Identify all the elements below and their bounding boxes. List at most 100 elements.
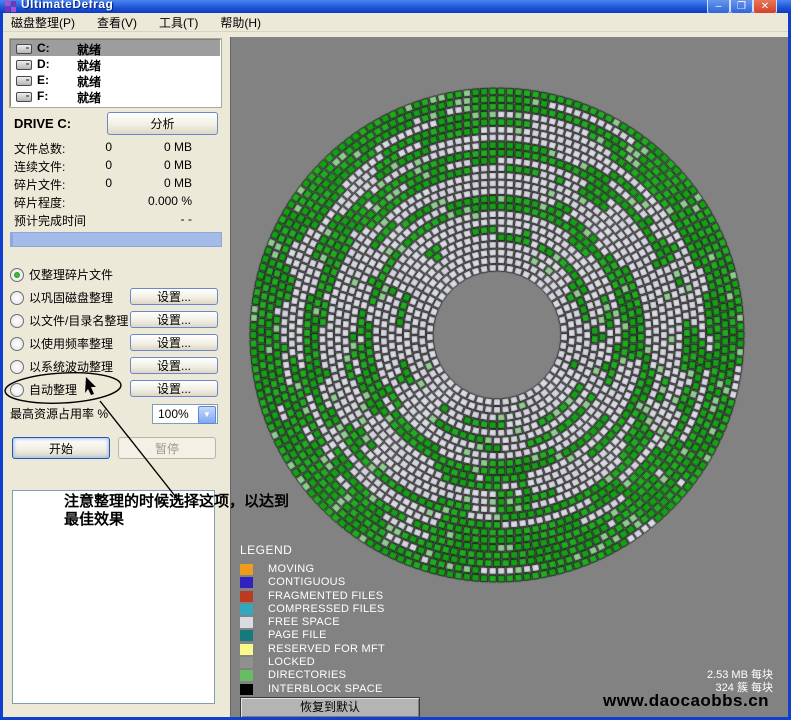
analyze-button[interactable]: 分析	[107, 112, 218, 135]
color-swatch-locked	[240, 657, 253, 668]
option-system-volatility[interactable]: 以系统波动整理	[10, 358, 113, 374]
legend-item: MOVING	[240, 563, 292, 576]
color-swatch-contiguous	[240, 577, 253, 588]
drive-c-label: DRIVE C:	[14, 116, 71, 131]
stat-count: 0	[62, 140, 112, 154]
drive-list: C: 就绪 D: 就绪 E: 就绪 F: 就绪	[10, 39, 221, 107]
legend-label: FREE SPACE	[268, 616, 340, 628]
legend-label: LOCKED	[268, 656, 315, 668]
legend-label: RESERVED FOR MFT	[268, 643, 385, 655]
legend-label: DIRECTORIES	[268, 669, 346, 681]
stat-size: 0.000 %	[118, 194, 192, 208]
radio-label: 以文件/目录名整理	[29, 314, 128, 328]
legend: LEGEND MOVING CONTIGUOUS FRAGMENTED FILE…	[240, 543, 292, 696]
drive-status: 就绪	[77, 89, 101, 106]
legend-title: LEGEND	[240, 543, 292, 557]
stat-size: 0 MB	[118, 158, 192, 172]
legend-label: PAGE FILE	[268, 629, 327, 641]
title-bar[interactable]: UltimateDefrag – ❐ ✕	[0, 0, 791, 13]
legend-item: DIRECTORIES	[240, 669, 292, 682]
color-swatch-free-space	[240, 617, 253, 628]
legend-item: INTERBLOCK SPACE	[240, 683, 292, 696]
legend-item: CONTIGUOUS	[240, 576, 292, 589]
color-swatch-directories	[240, 670, 253, 681]
radio-label: 仅整理碎片文件	[29, 268, 113, 282]
legend-item: PAGE FILE	[240, 629, 292, 642]
menu-help[interactable]: 帮助(H)	[212, 13, 269, 32]
drive-row-f[interactable]: F: 就绪	[11, 88, 220, 104]
radio-label: 以使用频率整理	[29, 337, 113, 351]
radio-label: 自动整理	[29, 383, 77, 397]
ultimatedefrag-window: UltimateDefrag – ❐ ✕ 磁盘整理(P) 查看(V) 工具(T)…	[0, 0, 791, 720]
option-usage-frequency[interactable]: 以使用频率整理	[10, 335, 113, 351]
settings-button-consolidate[interactable]: 设置...	[130, 288, 218, 305]
stat-label: 预计完成时间	[14, 212, 86, 229]
color-swatch-fragmented	[240, 591, 253, 602]
radio-button[interactable]	[10, 360, 24, 374]
restore-default-button[interactable]: 恢复到默认	[240, 697, 420, 718]
menu-view[interactable]: 查看(V)	[89, 13, 145, 32]
color-swatch-moving	[240, 564, 253, 575]
drive-row-e[interactable]: E: 就绪	[11, 72, 220, 88]
pause-button[interactable]: 暂停	[118, 437, 216, 459]
stat-count: 0	[62, 158, 112, 172]
combo-value: 100%	[158, 407, 189, 421]
progress-bar	[10, 232, 222, 247]
legend-item: RESERVED FOR MFT	[240, 643, 292, 656]
option-auto-defrag[interactable]: 自动整理	[10, 381, 77, 397]
resource-usage-combobox[interactable]: 100% ▼	[152, 404, 218, 424]
window-border-left	[0, 13, 3, 720]
menu-bar: 磁盘整理(P) 查看(V) 工具(T) 帮助(H)	[3, 13, 788, 32]
message-box	[12, 490, 215, 704]
stat-label: 文件总数:	[14, 140, 65, 157]
stat-size: 0 MB	[118, 140, 192, 154]
legend-label: INTERBLOCK SPACE	[268, 683, 383, 695]
settings-button-file-dir[interactable]: 设置...	[130, 311, 218, 328]
stat-label: 碎片程度:	[14, 194, 65, 211]
disk-block-visualization	[230, 37, 788, 717]
settings-button-usage[interactable]: 设置...	[130, 334, 218, 351]
legend-item: FRAGMENTED FILES	[240, 590, 292, 603]
option-file-dir-name[interactable]: 以文件/目录名整理	[10, 312, 128, 328]
radio-button[interactable]	[10, 337, 24, 351]
settings-button-volatility[interactable]: 设置...	[130, 357, 218, 374]
menu-tools[interactable]: 工具(T)	[151, 13, 206, 32]
window-title: UltimateDefrag	[21, 0, 113, 11]
drive-row-d[interactable]: D: 就绪	[11, 56, 220, 72]
color-swatch-interblock	[240, 684, 253, 695]
option-fragmented-only[interactable]: 仅整理碎片文件	[10, 266, 113, 282]
option-consolidate[interactable]: 以巩固磁盘整理	[10, 289, 113, 305]
radio-label: 以系统波动整理	[29, 360, 113, 374]
app-icon	[5, 1, 16, 12]
radio-button[interactable]	[10, 268, 24, 282]
stat-label: 碎片文件:	[14, 176, 65, 193]
legend-item: FREE SPACE	[240, 616, 292, 629]
stat-size: - -	[118, 212, 192, 226]
maximize-button[interactable]: ❐	[730, 0, 753, 13]
menu-disk-defrag[interactable]: 磁盘整理(P)	[3, 13, 83, 32]
color-swatch-mft	[240, 644, 253, 655]
drive-letter: E:	[37, 73, 49, 87]
resource-usage-label: 最高资源占用率 %	[10, 405, 108, 422]
color-swatch-compressed	[240, 604, 253, 615]
cursor-arrow-icon	[85, 377, 96, 395]
drive-row-c[interactable]: C: 就绪	[11, 40, 220, 56]
radio-label: 以巩固磁盘整理	[29, 291, 113, 305]
start-button[interactable]: 开始	[12, 437, 110, 459]
drive-icon	[16, 92, 32, 102]
legend-item: COMPRESSED FILES	[240, 603, 292, 616]
settings-button-auto[interactable]: 设置...	[130, 380, 218, 397]
drive-icon	[16, 44, 32, 54]
radio-button[interactable]	[10, 291, 24, 305]
chevron-down-icon[interactable]: ▼	[198, 406, 216, 424]
drive-letter: F:	[37, 89, 48, 103]
stat-count: 0	[62, 176, 112, 190]
radio-button[interactable]	[10, 314, 24, 328]
legend-label: COMPRESSED FILES	[268, 603, 385, 615]
radio-button[interactable]	[10, 383, 24, 397]
legend-label: FRAGMENTED FILES	[268, 590, 383, 602]
drive-letter: C:	[37, 41, 50, 55]
stat-size: 0 MB	[118, 176, 192, 190]
close-button[interactable]: ✕	[753, 0, 777, 13]
minimize-button[interactable]: –	[707, 0, 730, 13]
